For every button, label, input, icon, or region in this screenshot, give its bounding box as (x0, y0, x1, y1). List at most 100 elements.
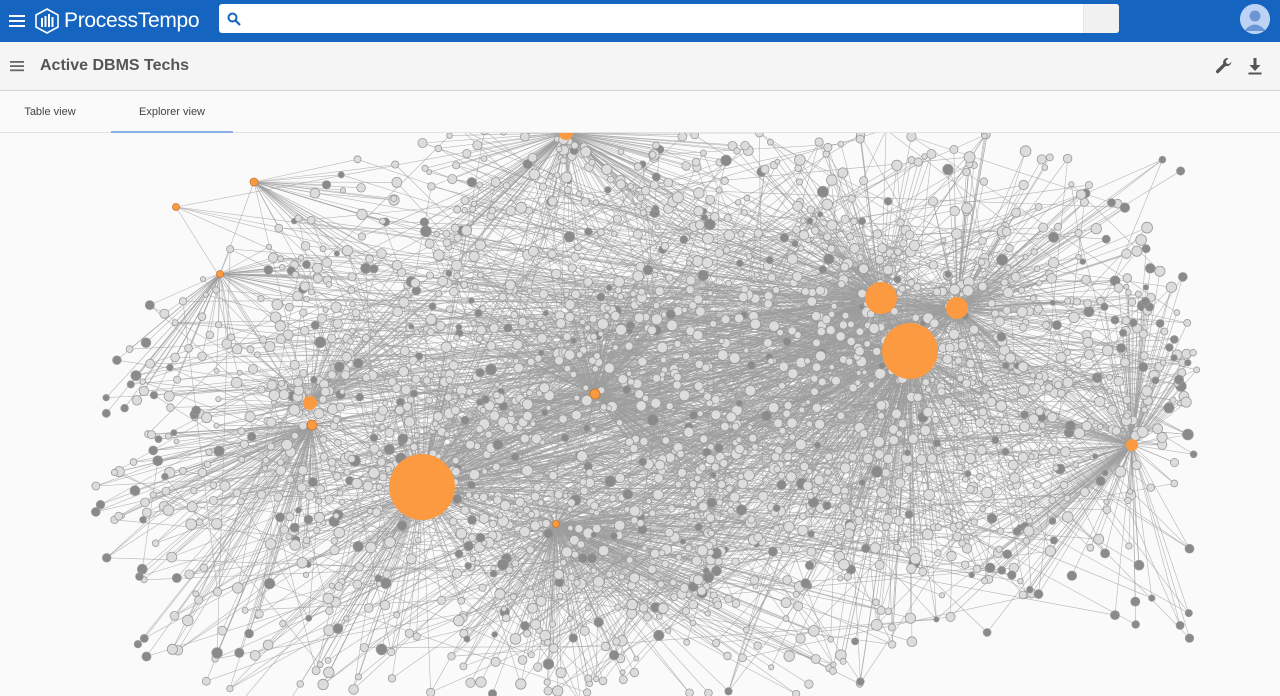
graph-node[interactable] (212, 286, 220, 294)
graph-node[interactable] (504, 279, 516, 291)
graph-node[interactable] (1004, 352, 1017, 364)
graph-node[interactable] (991, 309, 1000, 318)
graph-node[interactable] (743, 194, 750, 202)
graph-node[interactable] (767, 272, 777, 282)
graph-node[interactable] (734, 313, 745, 324)
graph-node[interactable] (681, 306, 688, 314)
graph-node[interactable] (979, 177, 989, 186)
graph-node[interactable] (823, 142, 833, 152)
graph-node[interactable] (415, 360, 422, 367)
graph-node[interactable] (864, 526, 874, 536)
graph-node[interactable] (1028, 453, 1035, 460)
graph-node[interactable] (877, 243, 888, 254)
graph-node[interactable] (538, 289, 549, 300)
graph-node[interactable] (906, 133, 917, 142)
graph-node[interactable] (194, 595, 204, 605)
graph-node[interactable] (563, 231, 576, 243)
graph-node[interactable] (748, 433, 758, 443)
graph-node[interactable] (637, 356, 648, 367)
graph-node[interactable] (278, 264, 286, 271)
graph-node[interactable] (611, 230, 618, 237)
graph-node[interactable] (826, 244, 836, 253)
graph-node[interactable] (847, 320, 855, 329)
graph-node[interactable] (534, 354, 543, 363)
graph-node[interactable] (349, 300, 356, 308)
graph-node[interactable] (195, 518, 204, 527)
graph-node[interactable] (641, 394, 650, 402)
graph-node[interactable] (814, 441, 822, 449)
graph-node[interactable] (488, 689, 497, 696)
graph-node[interactable] (543, 678, 551, 686)
graph-node[interactable] (426, 687, 436, 696)
graph-node[interactable] (882, 264, 894, 276)
graph-node[interactable] (685, 285, 695, 295)
graph-node[interactable] (900, 261, 907, 268)
graph-node[interactable] (720, 176, 729, 186)
graph-node[interactable] (882, 513, 894, 525)
graph-node[interactable] (825, 325, 836, 336)
graph-node[interactable] (1010, 271, 1021, 282)
graph-node[interactable] (170, 429, 178, 437)
graph-node[interactable] (564, 299, 576, 311)
graph-node[interactable] (129, 485, 141, 497)
graph-node[interactable] (426, 328, 435, 337)
graph-node[interactable] (601, 163, 613, 175)
graph-node[interactable] (693, 474, 702, 482)
graph-node[interactable] (746, 361, 756, 370)
graph-node[interactable] (1114, 465, 1127, 478)
graph-node[interactable] (327, 333, 337, 344)
graph-node[interactable] (1036, 154, 1047, 165)
graph-node[interactable] (981, 133, 988, 140)
graph-node[interactable] (679, 235, 688, 244)
graph-node[interactable] (816, 327, 826, 337)
graph-node[interactable] (836, 411, 846, 421)
graph-node[interactable] (573, 394, 581, 402)
graph-node[interactable] (510, 452, 520, 461)
graph-node[interactable] (929, 318, 940, 329)
graph-node[interactable] (1072, 297, 1081, 306)
graph-node[interactable] (1032, 383, 1041, 392)
graph-node[interactable] (447, 174, 458, 185)
graph-node[interactable] (823, 232, 832, 242)
graph-node[interactable] (285, 533, 293, 541)
graph-node[interactable] (837, 167, 849, 178)
graph-node[interactable] (969, 335, 977, 342)
graph-node[interactable] (811, 311, 822, 322)
graph-node[interactable] (184, 344, 193, 353)
graph-node[interactable] (460, 415, 470, 425)
graph-node[interactable] (652, 373, 661, 383)
graph-node[interactable] (380, 577, 392, 589)
graph-node[interactable] (715, 186, 723, 194)
graph-node[interactable] (695, 306, 706, 317)
graph-node[interactable] (538, 382, 550, 394)
graph-node[interactable] (598, 676, 608, 686)
graph-node[interactable] (714, 443, 724, 453)
graph-node[interactable] (799, 512, 807, 521)
graph-node[interactable] (855, 327, 865, 337)
graph-node[interactable] (129, 458, 138, 466)
graph-node[interactable] (226, 684, 234, 693)
graph-node[interactable] (451, 259, 463, 272)
graph-node[interactable] (300, 241, 311, 251)
graph-node[interactable] (826, 174, 838, 186)
graph-node[interactable] (505, 566, 514, 574)
graph-node[interactable] (162, 504, 175, 516)
graph-node[interactable] (720, 421, 730, 432)
graph-node[interactable] (276, 458, 285, 466)
graph-node[interactable] (468, 297, 475, 304)
graph-node[interactable] (340, 370, 351, 380)
graph-node[interactable] (665, 309, 676, 320)
graph-node[interactable] (479, 406, 487, 414)
graph-node[interactable] (315, 497, 323, 505)
graph-node[interactable] (629, 667, 640, 678)
graph-node[interactable] (728, 352, 741, 364)
graph-node[interactable] (881, 468, 891, 478)
graph-node[interactable] (400, 384, 412, 396)
graph-node[interactable] (787, 326, 797, 336)
graph-node[interactable] (324, 657, 332, 664)
graph-node[interactable] (1020, 410, 1029, 420)
app-logo[interactable]: ProcessTempo (34, 0, 200, 42)
graph-node[interactable] (1121, 316, 1131, 326)
graph-node[interactable] (716, 498, 724, 506)
graph-node[interactable] (710, 409, 722, 421)
